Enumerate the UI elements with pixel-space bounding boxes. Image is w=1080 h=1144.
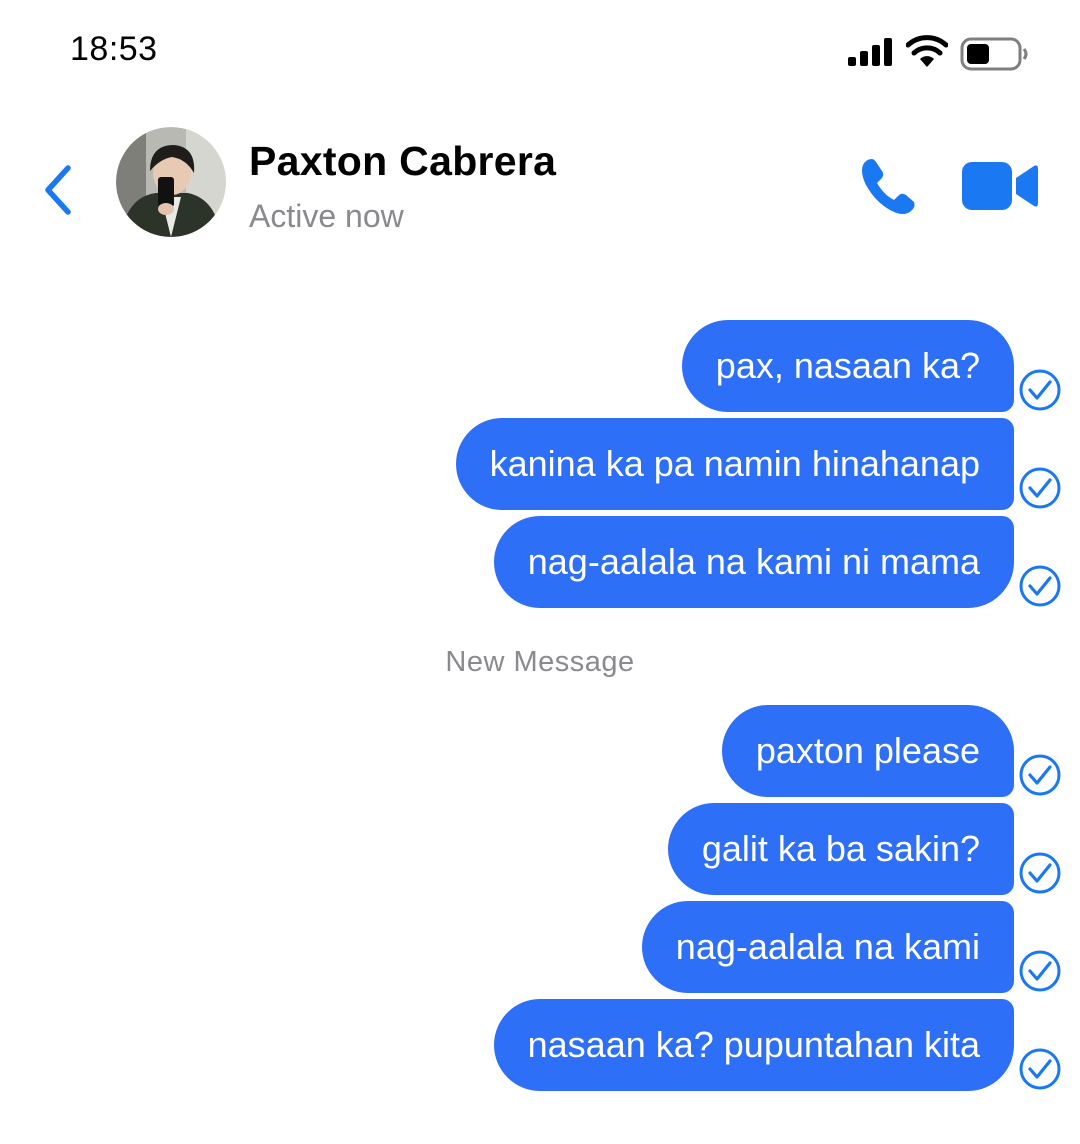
delivered-check-icon [1019,754,1061,796]
conversation-header: Paxton Cabrera Active now [0,110,1080,260]
video-call-icon[interactable] [962,160,1038,212]
status-bar: 18:53 [0,0,1080,100]
wifi-icon [906,35,948,67]
message-bubble[interactable]: galit ka ba sakin? [667,803,1014,895]
message-bubble[interactable]: pax, nasaan ka? [681,320,1014,412]
new-message-divider: New Message [445,646,635,678]
back-chevron-icon[interactable] [36,158,82,222]
delivered-check-icon [1019,1048,1061,1090]
delivered-check-icon [1019,950,1061,992]
delivered-check-icon [1019,565,1061,607]
phone-call-icon[interactable] [858,155,920,217]
message-bubble[interactable]: kanina ka pa namin hinahanap [455,418,1014,510]
active-status: Active now [249,198,404,234]
battery-icon [960,37,1028,71]
delivered-check-icon [1019,852,1061,894]
avatar[interactable] [116,127,226,237]
status-time: 18:53 [70,30,158,68]
message-bubble[interactable]: nag-aalala na kami ni mama [493,516,1014,608]
delivered-check-icon [1019,467,1061,509]
delivered-check-icon [1019,369,1061,411]
cellular-signal-icon [848,38,892,66]
message-bubble[interactable]: nasaan ka? pupuntahan kita [493,999,1014,1091]
message-bubble[interactable]: paxton please [721,705,1014,797]
contact-name[interactable]: Paxton Cabrera [249,138,556,185]
message-bubble[interactable]: nag-aalala na kami [641,901,1014,993]
